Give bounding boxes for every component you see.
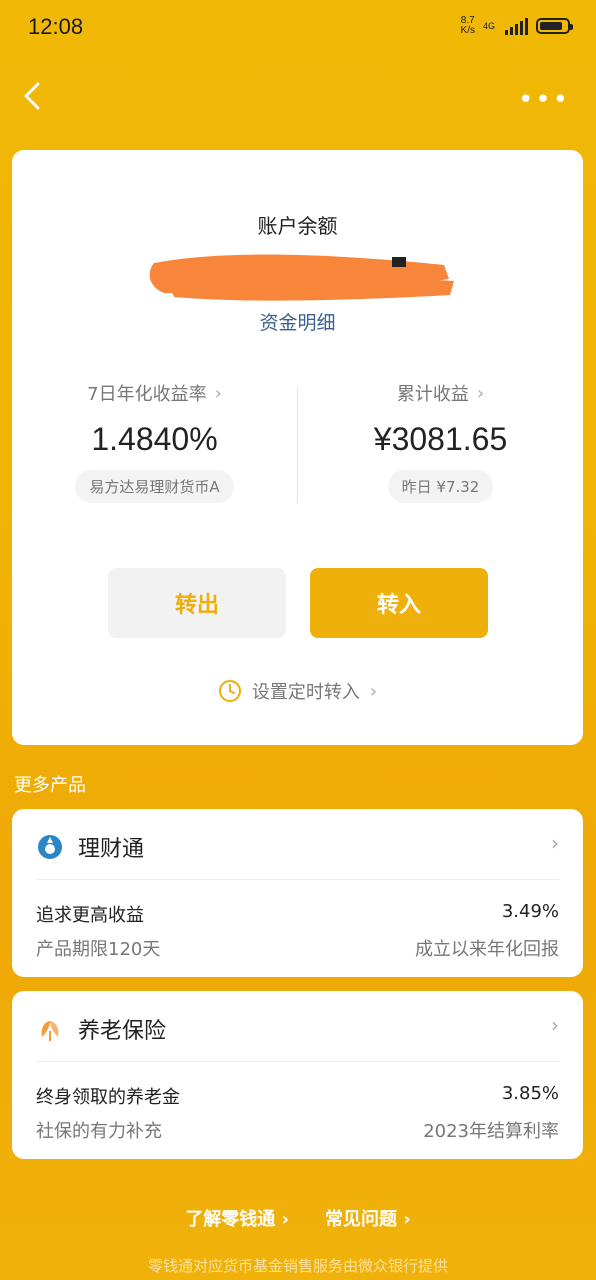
product-name: 理财通 bbox=[78, 837, 145, 862]
back-button[interactable] bbox=[18, 78, 48, 114]
yield-rate-value: 1.4840% bbox=[91, 421, 218, 457]
total-earnings-column: 累计收益 › ¥3081.65 昨日 ¥7.32 bbox=[298, 380, 583, 503]
network-label: 4G bbox=[482, 21, 495, 31]
account-card: 账户余额 资金明细 7日年化收益率 › 1.4840% 易方达易理财货币A 累计… bbox=[12, 150, 583, 745]
learn-lingqiantong-link[interactable]: 了解零钱通 › bbox=[185, 1205, 289, 1231]
product-card-licaitong[interactable]: 理财通 › 追求更高收益 3.49% 产品期限120天 成立以来年化回报 bbox=[12, 809, 583, 977]
faq-label: 常见问题 bbox=[325, 1209, 397, 1230]
transfer-out-button[interactable]: 转出 bbox=[108, 568, 286, 638]
footer-links: 了解零钱通 › 常见问题 › bbox=[0, 1205, 596, 1231]
yield-rate-label: 7日年化收益率 bbox=[87, 384, 207, 405]
product-rate: 3.85% bbox=[501, 1083, 559, 1104]
yesterday-earnings-badge: 昨日 ¥7.32 bbox=[387, 470, 494, 503]
product-subtitle: 社保的有力补充 bbox=[36, 1121, 162, 1142]
more-products-heading: 更多产品 bbox=[14, 775, 86, 796]
redaction-scribble bbox=[149, 254, 454, 301]
scheduled-transfer-link[interactable]: 设置定时转入 › bbox=[12, 678, 583, 704]
fund-details-link[interactable]: 资金明细 bbox=[12, 308, 583, 335]
product-sub-row: 社保的有力补充 2023年结算利率 bbox=[36, 1117, 559, 1143]
licaitong-logo-icon bbox=[38, 835, 62, 859]
product-subtitle: 产品期限120天 bbox=[36, 939, 161, 960]
chevron-right-icon: › bbox=[214, 382, 222, 404]
faq-link[interactable]: 常见问题 › bbox=[325, 1205, 411, 1231]
product-description: 追求更高收益 bbox=[36, 905, 144, 926]
total-earnings-value: ¥3081.65 bbox=[373, 421, 508, 457]
product-header: 理财通 bbox=[36, 831, 144, 863]
product-divider bbox=[36, 1061, 559, 1062]
clock-icon bbox=[218, 680, 241, 702]
product-rate-note: 成立以来年化回报 bbox=[415, 939, 559, 960]
more-menu-button[interactable]: ••• bbox=[518, 85, 570, 115]
product-sub-row: 产品期限120天 成立以来年化回报 bbox=[36, 935, 559, 961]
yield-rate-label-row[interactable]: 7日年化收益率 › bbox=[87, 380, 222, 406]
total-earnings-label-row[interactable]: 累计收益 › bbox=[397, 380, 484, 406]
product-description: 终身领取的养老金 bbox=[36, 1087, 180, 1108]
net-speed-unit: K/s bbox=[460, 25, 475, 36]
product-card-pension-insurance[interactable]: 养老保险 › 终身领取的养老金 3.85% 社保的有力补充 2023年结算利率 bbox=[12, 991, 583, 1159]
status-indicators: 8.7 K/s 4G bbox=[461, 16, 573, 36]
product-main-row: 追求更高收益 3.49% bbox=[36, 901, 559, 927]
product-rate-note: 2023年结算利率 bbox=[423, 1121, 559, 1142]
chevron-right-icon: › bbox=[551, 1013, 559, 1037]
product-rate: 3.49% bbox=[501, 901, 559, 922]
battery-icon bbox=[536, 18, 573, 34]
wheat-leaf-icon bbox=[41, 1021, 59, 1041]
chevron-right-icon: › bbox=[369, 680, 378, 702]
product-divider bbox=[36, 879, 559, 880]
back-arrow-icon bbox=[24, 82, 40, 110]
chevron-right-icon: › bbox=[476, 382, 485, 404]
signal-icon bbox=[505, 17, 528, 35]
footer-disclaimer: 零钱通对应货币基金销售服务由微众银行提供 bbox=[147, 1257, 448, 1275]
status-time: 12:08 bbox=[28, 14, 84, 39]
product-header: 养老保险 bbox=[36, 1013, 166, 1045]
transfer-in-button[interactable]: 转入 bbox=[310, 568, 488, 638]
chevron-right-icon: › bbox=[551, 831, 559, 855]
net-speed: 8.7 K/s bbox=[461, 16, 475, 36]
yield-rate-column: 7日年化收益率 › 1.4840% 易方达易理财货币A bbox=[12, 380, 297, 503]
scheduled-transfer-label: 设置定时转入 bbox=[251, 682, 360, 703]
fund-name-badge[interactable]: 易方达易理财货币A bbox=[75, 470, 234, 503]
balance-title: 账户余额 bbox=[257, 214, 338, 238]
product-main-row: 终身领取的养老金 3.85% bbox=[36, 1083, 559, 1109]
product-name: 养老保险 bbox=[78, 1019, 167, 1044]
learn-lingqiantong-label: 了解零钱通 bbox=[185, 1209, 276, 1230]
total-earnings-label: 累计收益 bbox=[396, 384, 469, 405]
